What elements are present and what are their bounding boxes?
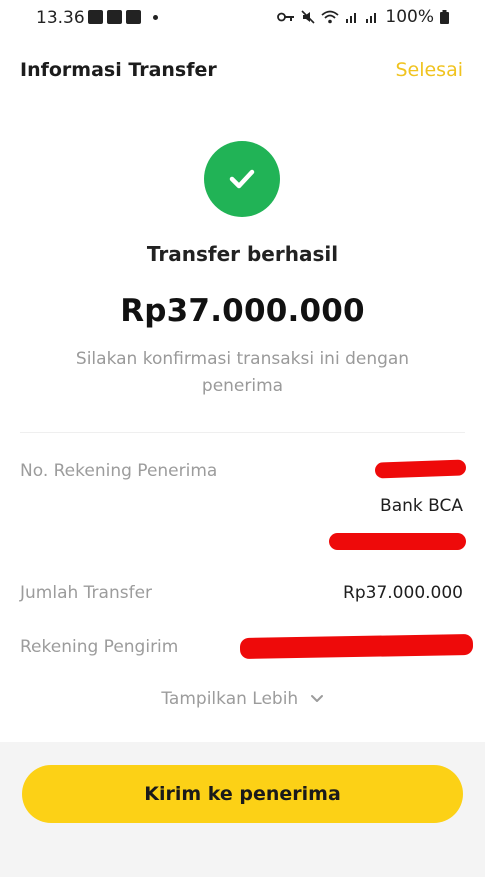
transfer-amount-large: Rp37.000.000 (120, 293, 365, 329)
divider (20, 432, 465, 433)
success-check-icon (204, 141, 280, 217)
app-notification-icon-2 (126, 10, 141, 24)
key-icon (277, 12, 295, 22)
signal-icon (346, 13, 357, 23)
app-notification-icon (107, 10, 122, 24)
redacted-recipient-name (374, 459, 467, 479)
check-mark-icon (229, 169, 255, 189)
notification-icons (88, 10, 158, 24)
recipient-bank: Bank BCA (380, 496, 463, 516)
chevron-down-icon (310, 695, 323, 702)
transfer-amount-label: Jumlah Transfer (20, 583, 153, 603)
success-title: Transfer berhasil (146, 242, 339, 266)
battery-icon (440, 10, 449, 24)
sender-account-label: Rekening Pengirim (20, 637, 179, 657)
page-title: Informasi Transfer (20, 59, 217, 81)
show-more-label: Tampilkan Lebih (161, 689, 299, 709)
transfer-amount-value: Rp37.000.000 (343, 583, 463, 603)
status-bar: 13.36 100% (0, 0, 485, 36)
send-to-recipient-button[interactable]: Kirim ke penerima (22, 765, 463, 823)
status-time: 13.36 (36, 8, 85, 28)
confirmation-note: Silakan konfirmasi transaksi ini dengan … (75, 349, 410, 396)
redacted-sender-account (239, 633, 474, 660)
recipient-account-label: No. Rekening Penerima (20, 461, 218, 481)
mute-icon (301, 10, 315, 24)
done-button[interactable]: Selesai (395, 59, 463, 81)
header: Informasi Transfer Selesai (0, 50, 485, 90)
gallery-icon (88, 10, 103, 24)
more-notifications-dot-icon (153, 14, 158, 20)
show-more-toggle[interactable]: Tampilkan Lebih (0, 689, 485, 709)
wifi-icon (321, 10, 339, 24)
battery-percent: 100% (385, 7, 434, 27)
status-right-icons: 100% (277, 7, 449, 27)
signal-icon-2 (366, 13, 377, 23)
redacted-recipient-account-number (329, 533, 466, 550)
